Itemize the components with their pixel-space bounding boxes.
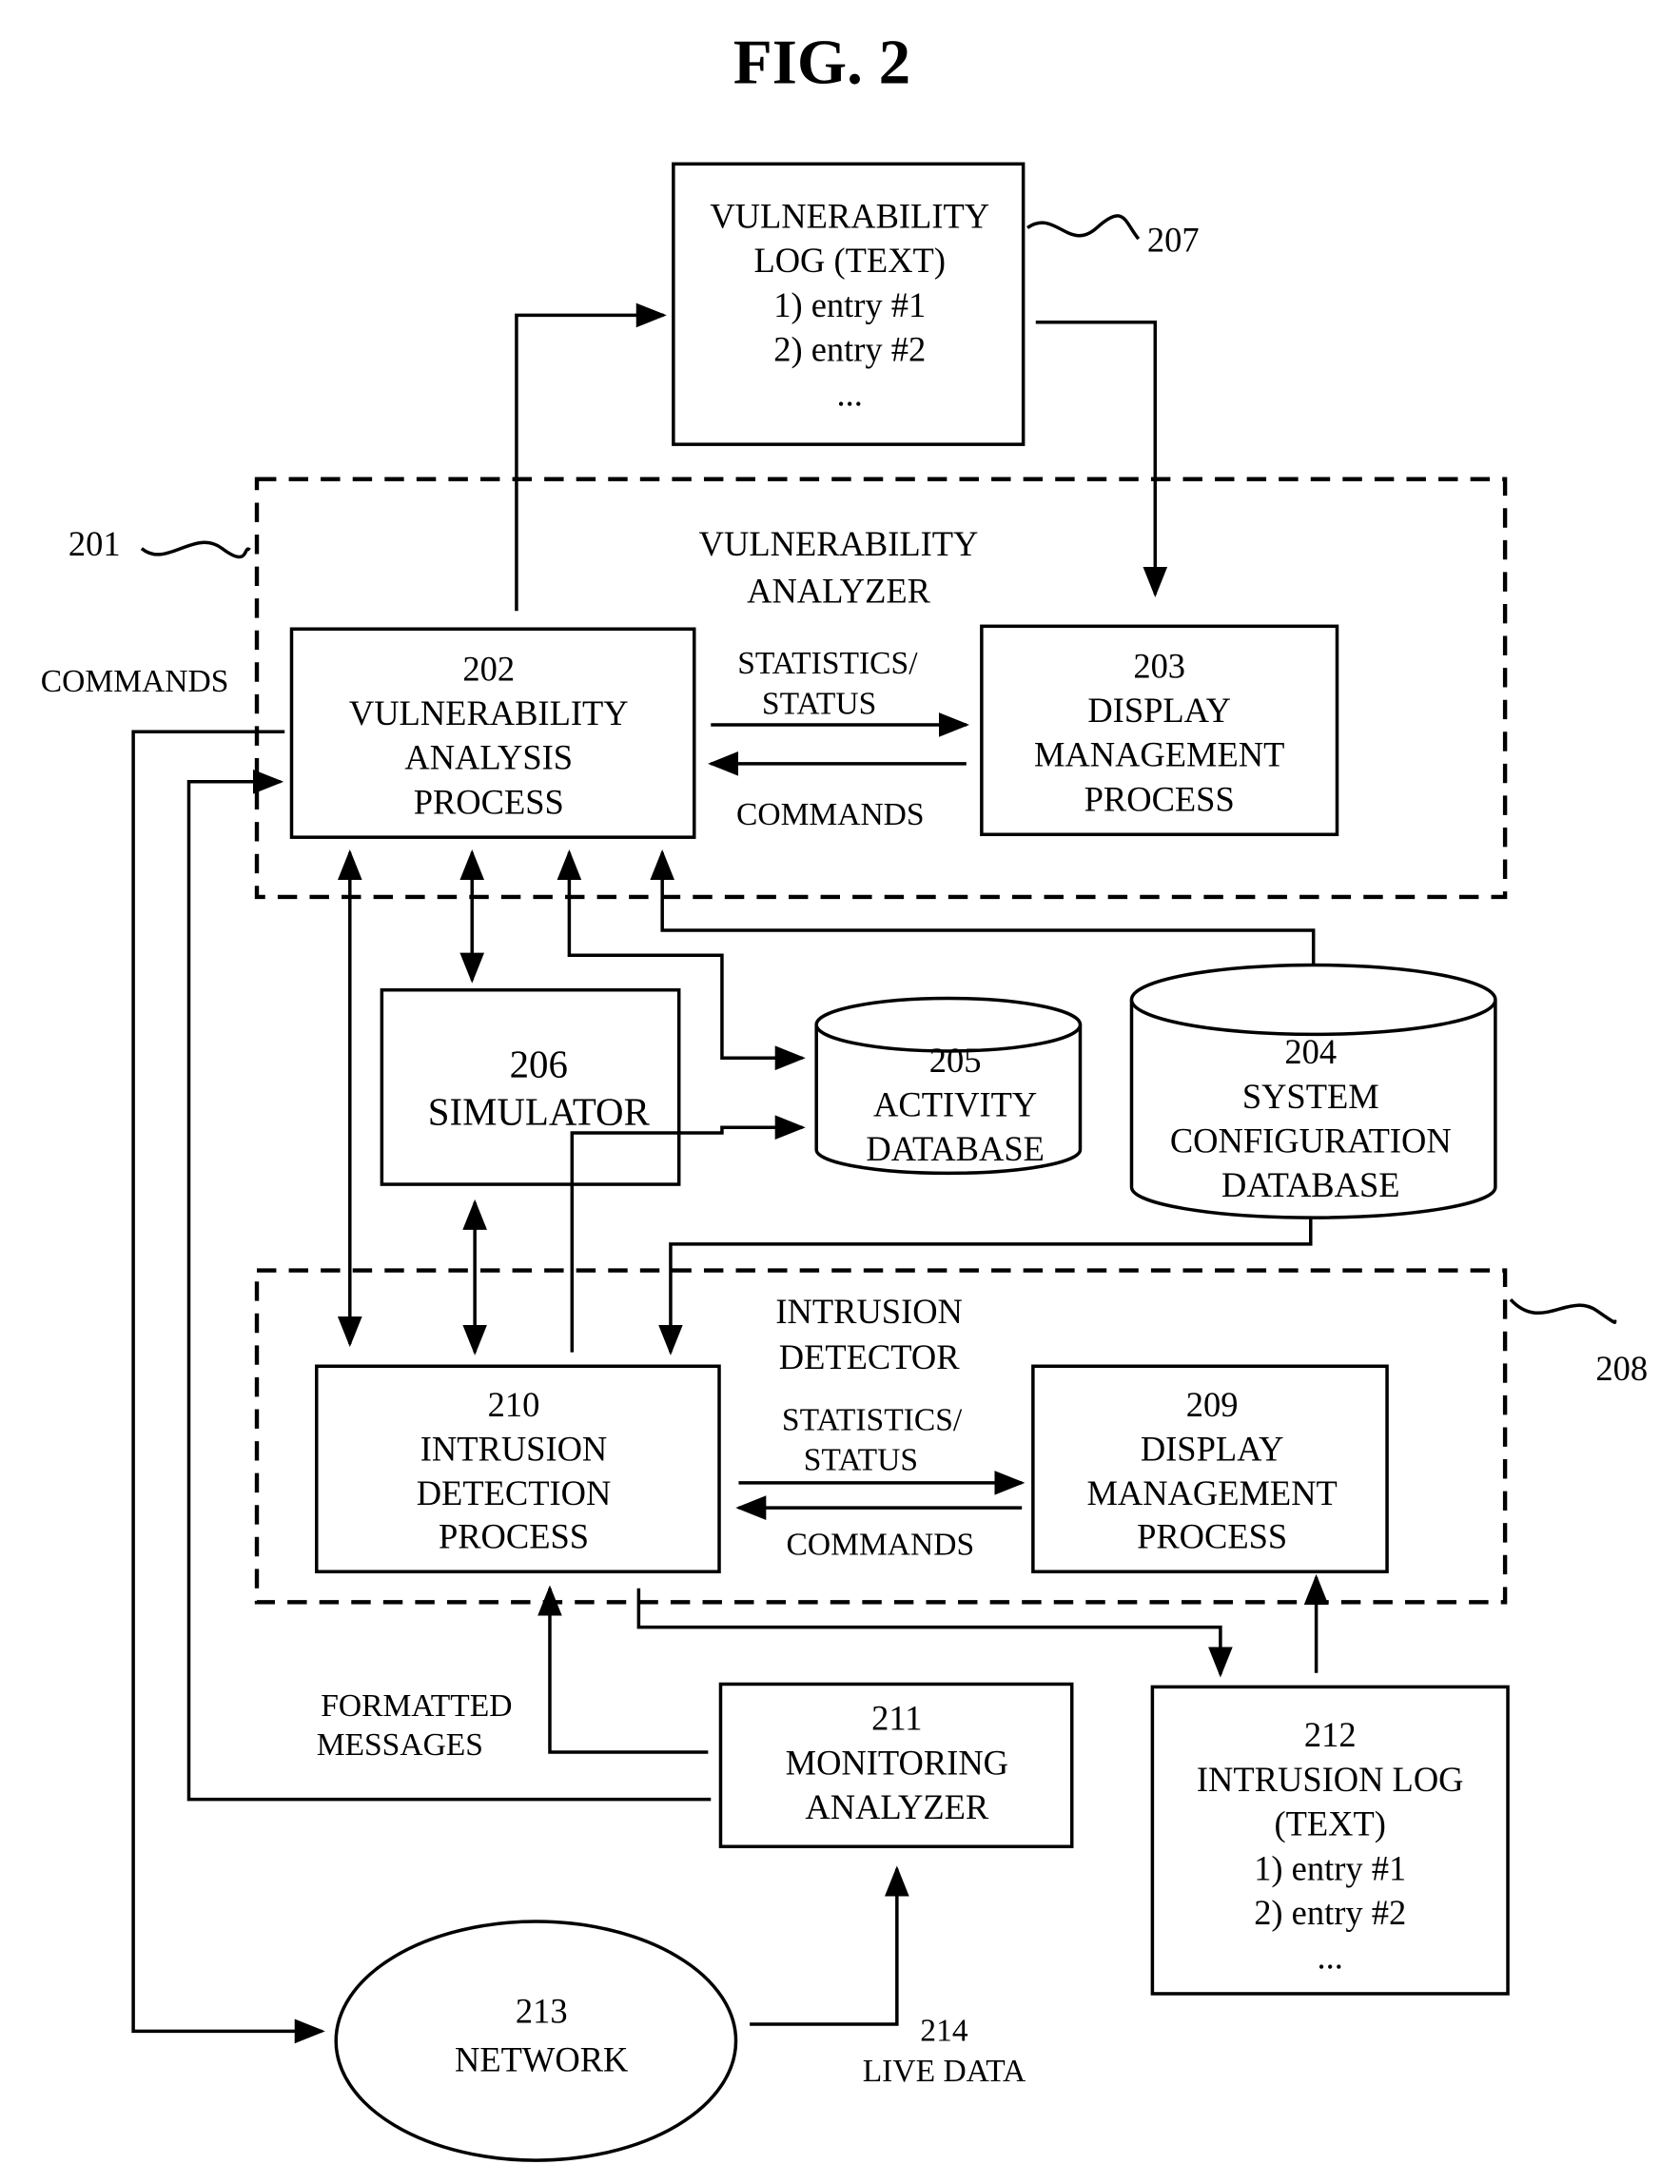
arrow-monitor-to-210 xyxy=(537,1585,709,1754)
arrow-log-to-203 xyxy=(1035,320,1168,597)
arrow-monitor-to-202 xyxy=(186,769,712,1802)
svg-text:CONFIGURATION: CONFIGURATION xyxy=(1170,1121,1452,1160)
svg-text:MANAGEMENT: MANAGEMENT xyxy=(1034,735,1284,774)
vulnerability-log-box: VULNERABILITY LOG (TEXT) 1) entry #1 2) … xyxy=(672,162,1026,446)
svg-text:DISPLAY: DISPLAY xyxy=(1141,1429,1284,1468)
system-configuration-database-cylinder: 204 SYSTEM CONFIGURATION DATABASE xyxy=(1129,963,1497,1219)
svg-text:DISPLAY: DISPLAY xyxy=(1087,691,1231,730)
svg-text:205: 205 xyxy=(929,1041,982,1080)
svg-text:NETWORK: NETWORK xyxy=(455,2040,628,2079)
log-line: 1) entry #1 xyxy=(773,285,926,324)
statistics-status-label-2: STATUS xyxy=(804,1443,918,1478)
svg-text:1) entry #1: 1) entry #1 xyxy=(1254,1848,1406,1887)
ref-207: 207 xyxy=(1147,220,1200,259)
svg-text:ANALYSIS: ANALYSIS xyxy=(404,738,573,777)
arrow-config-db-to-202 xyxy=(650,849,1316,965)
intrusion-log-box: 212 INTRUSION LOG (TEXT) 1) entry #1 2) … xyxy=(1150,1685,1510,1996)
ref-squiggle-208 xyxy=(1509,1297,1617,1325)
log-line: ... xyxy=(837,374,863,413)
log-line: LOG (TEXT) xyxy=(753,241,946,280)
patent-diagram: FIG. 2 VULNERABILITY LOG (TEXT) 1) entry… xyxy=(41,27,1648,2162)
simulator-box: 206 SIMULATOR xyxy=(380,987,681,1186)
svg-text:INTRUSION LOG: INTRUSION LOG xyxy=(1197,1760,1464,1799)
svg-text:PROCESS: PROCESS xyxy=(414,782,564,821)
svg-text:202: 202 xyxy=(462,649,515,688)
vulnerability-analyzer-title: ANALYZER xyxy=(747,572,931,611)
arrow-config-db-to-210 xyxy=(658,1216,1313,1355)
svg-text:DATABASE: DATABASE xyxy=(1221,1165,1400,1204)
display-management-process-box-209: 209 DISPLAY MANAGEMENT PROCESS xyxy=(1031,1364,1389,1574)
display-management-process-box-203: 203 DISPLAY MANAGEMENT PROCESS xyxy=(980,624,1339,837)
statistics-status-label: STATUS xyxy=(762,686,876,721)
svg-text:ACTIVITY: ACTIVITY xyxy=(873,1085,1037,1124)
svg-text:VULNERABILITY: VULNERABILITY xyxy=(349,693,629,732)
svg-text:PROCESS: PROCESS xyxy=(439,1516,589,1555)
network-ellipse: 213 NETWORK xyxy=(334,1920,738,2162)
svg-text:209: 209 xyxy=(1186,1385,1239,1424)
svg-text:206: 206 xyxy=(510,1043,568,1086)
intrusion-detector-title: INTRUSION xyxy=(775,1292,963,1331)
svg-text:213: 213 xyxy=(516,1992,568,2031)
svg-text:MANAGEMENT: MANAGEMENT xyxy=(1086,1473,1337,1512)
live-data-label: LIVE DATA xyxy=(863,2054,1026,2089)
svg-text:204: 204 xyxy=(1284,1032,1337,1071)
formatted-messages-label: MESSAGES xyxy=(317,1727,483,1763)
svg-text:...: ... xyxy=(1318,1938,1343,1977)
svg-text:PROCESS: PROCESS xyxy=(1137,1516,1287,1555)
svg-text:203: 203 xyxy=(1133,646,1185,685)
ref-201: 201 xyxy=(68,524,121,563)
svg-text:MONITORING: MONITORING xyxy=(786,1743,1008,1782)
vulnerability-analysis-process-box: 202 VULNERABILITY ANALYSIS PROCESS xyxy=(289,627,696,839)
svg-text:INTRUSION: INTRUSION xyxy=(420,1429,608,1468)
arrow-network-live-data-to-monitor xyxy=(750,1865,909,2026)
svg-text:SYSTEM: SYSTEM xyxy=(1242,1077,1379,1116)
vulnerability-analyzer-title: VULNERABILITY xyxy=(699,524,979,563)
svg-text:DATABASE: DATABASE xyxy=(866,1129,1045,1168)
live-data-ref: 214 xyxy=(920,2014,968,2049)
svg-text:PROCESS: PROCESS xyxy=(1084,779,1235,818)
arrow-202-to-log xyxy=(515,302,667,612)
figure-title: FIG. 2 xyxy=(733,27,910,98)
svg-text:210: 210 xyxy=(488,1385,540,1424)
ref-squiggle-207 xyxy=(1026,214,1141,241)
svg-text:211: 211 xyxy=(871,1699,922,1738)
svg-text:SIMULATOR: SIMULATOR xyxy=(428,1090,651,1133)
intrusion-detector-title: DETECTOR xyxy=(779,1337,960,1376)
svg-text:DETECTION: DETECTION xyxy=(417,1473,612,1512)
arrow-202-commands-to-network xyxy=(131,730,325,2044)
formatted-messages-label: FORMATTED xyxy=(321,1688,512,1724)
log-line: VULNERABILITY xyxy=(710,196,989,235)
svg-text:(TEXT): (TEXT) xyxy=(1274,1804,1385,1843)
svg-text:212: 212 xyxy=(1304,1715,1357,1754)
svg-text:ANALYZER: ANALYZER xyxy=(805,1787,989,1826)
ref-squiggle-201 xyxy=(140,540,251,559)
svg-text:2) entry #2: 2) entry #2 xyxy=(1254,1893,1406,1932)
external-commands-label: COMMANDS xyxy=(41,664,229,699)
statistics-status-label-2: STATISTICS/ xyxy=(782,1402,963,1437)
monitoring-analyzer-box: 211 MONITORING ANALYZER xyxy=(718,1682,1074,1848)
commands-label: COMMANDS xyxy=(736,797,925,832)
activity-database-cylinder: 205 ACTIVITY DATABASE xyxy=(814,996,1083,1176)
statistics-status-label: STATISTICS/ xyxy=(737,646,918,681)
ref-208: 208 xyxy=(1595,1349,1648,1388)
log-line: 2) entry #2 xyxy=(773,330,926,369)
commands-label-2: COMMANDS xyxy=(787,1528,975,1563)
intrusion-detection-process-box: 210 INTRUSION DETECTION PROCESS xyxy=(315,1364,721,1574)
